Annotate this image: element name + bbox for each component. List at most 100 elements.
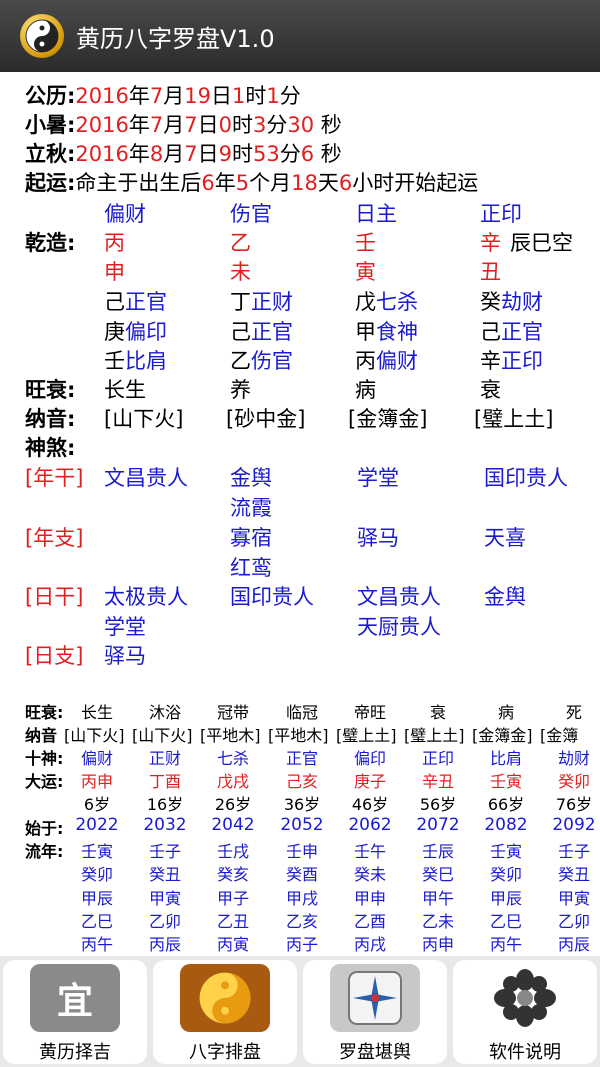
pillar-gan: 辛 — [480, 231, 501, 255]
canggan-cell: 己正官 — [230, 316, 293, 346]
dayun-shishen-cell: 正印 — [421, 749, 454, 768]
tab-bazi[interactable]: 八字排盘 — [153, 960, 297, 1064]
canggan-cell: 壬比肩 — [104, 345, 167, 375]
dayun-nayin: 纳音 [山下火] [山下火] [平地木] [平地木] [璧上土] [璧上土] [金簿金] [金簿 — [0, 722, 600, 745]
title-bar: 黄历八字罗盘V1.0 — [0, 0, 600, 72]
liunian-row-cell: 丙辰 — [148, 935, 181, 955]
canggan-shishen: 七杀 — [376, 290, 418, 314]
dayun-nayin-cell: [山下火] — [132, 726, 193, 745]
liunian-row-cell: 甲寅 — [148, 888, 181, 908]
liunian-row-cell: 癸亥 — [216, 865, 249, 885]
gongli-line: 公历:2016年7月19日1时1分 — [25, 84, 301, 108]
dayun-year-cell: 2062 — [348, 815, 392, 835]
dayun-year: 始于: 2022 2032 2042 2052 2062 2072 2082 2092 — [0, 815, 600, 838]
dayun-wangshuai-label: 旺衰: — [25, 703, 64, 722]
liunian-row: 丙午 丙辰 丙寅 丙子 丙戌 丙申 丙午 丙辰 — [0, 931, 600, 954]
shensha-item: 太极贵人 — [104, 585, 188, 609]
dayun-wangshuai-cell: 冠带 — [216, 703, 249, 722]
yinyang-icon — [180, 964, 270, 1032]
liunian-row-cell: 甲申 — [353, 888, 386, 908]
shishen-row: 偏财 伤官 日主 正印 — [0, 198, 600, 228]
canggan-cell: 己正官 — [104, 286, 167, 316]
qiyun-line: 起运:命主于出生后6年5个月18天6小时开始起运 — [25, 171, 479, 195]
canggan-stem: 庚 — [104, 319, 125, 344]
canggan-cell: 己正官 — [480, 316, 543, 346]
nayin-value: [山下火] — [104, 407, 184, 431]
liunian-row-cell: 乙未 — [421, 911, 454, 931]
dayun-shishen-label: 十神: — [25, 749, 64, 768]
shensha-item: 金舆 — [484, 585, 526, 609]
dayun-age-cell: 36岁 — [283, 795, 321, 814]
liunian-row-cell: 乙卯 — [148, 911, 181, 931]
dayun-age-cell: 76岁 — [555, 795, 593, 814]
liunian-row-cell: 壬申 — [285, 842, 318, 861]
canggan-row: 己正官 丁正财 戊七杀 癸劫财 — [0, 286, 600, 316]
pillar-gan: 乙 — [230, 231, 251, 255]
tab-label: 罗盘堪舆 — [339, 1042, 411, 1063]
app-title: 黄历八字罗盘V1.0 — [76, 24, 275, 53]
shensha-nianzhi-label: [年支] — [25, 526, 84, 550]
liunian-row-cell: 癸酉 — [285, 865, 318, 885]
shensha-niangan-label: [年干] — [25, 466, 84, 490]
canggan-cell: 癸劫财 — [480, 286, 543, 316]
dayun-nayin-cell: [平地木] — [268, 726, 329, 745]
dayun-wangshuai: 旺衰: 长生 沐浴 冠带 临冠 帝旺 衰 病 死 — [0, 699, 600, 722]
liunian-row-cell: 壬午 — [353, 842, 386, 861]
canggan-stem: 甲 — [355, 319, 376, 344]
dayun-nayin-cell: [金簿金] — [472, 726, 533, 745]
canggan-cell: 辛正印 — [480, 345, 543, 375]
tab-label: 八字排盘 — [189, 1042, 261, 1063]
canggan-stem: 乙 — [230, 349, 251, 373]
app-logo-icon — [20, 14, 64, 58]
liunian-row: 乙巳 乙卯 乙丑 乙亥 乙酉 乙未 乙巳 乙卯 — [0, 908, 600, 931]
dayun-shishen-cell: 正官 — [285, 749, 318, 768]
kongwang-text: 辰巳空 — [510, 231, 573, 255]
nayin-row: 纳音: [山下火] [砂中金] [金簿金] [璧上土] — [0, 403, 600, 433]
calendar-icon: 宜 — [30, 964, 120, 1032]
canggan-stem: 己 — [230, 319, 251, 344]
liunian-row-cell: 甲戌 — [285, 888, 318, 908]
liunian-row-cell: 丙午 — [80, 935, 113, 955]
dayun-ganzhi-cell: 戊戌 — [216, 772, 249, 791]
tab-luopan[interactable]: 罗盘堪舆 — [303, 960, 447, 1064]
canggan-stem: 丙 — [355, 349, 376, 373]
dayun-year-cell: 2022 — [75, 815, 119, 835]
pillar-shishen: 伤官 — [230, 202, 272, 226]
liunian-row-cell: 壬戌 — [216, 842, 249, 861]
shensha-item: 驿马 — [104, 644, 146, 668]
dayun-age-cell: 46岁 — [351, 795, 389, 814]
canggan-stem: 己 — [104, 290, 125, 314]
shensha-rigan-label: [日干] — [25, 585, 84, 609]
dayun-nayin-label: 纳音 — [25, 726, 58, 745]
flower-icon — [480, 964, 570, 1032]
pillar-shishen: 日主 — [355, 202, 397, 226]
liunian-row-cell: 甲子 — [216, 888, 249, 908]
bottom-tab-bar: 宜 黄历择吉 八字排盘 罗盘堪舆 软件说明 — [0, 956, 600, 1067]
shensha-item: 文昌贵人 — [104, 466, 188, 490]
shensha-item: 国印贵人 — [484, 466, 568, 490]
canggan-cell: 乙伤官 — [230, 345, 293, 375]
canggan-stem: 癸 — [480, 290, 501, 314]
canggan-shishen: 正官 — [251, 319, 293, 344]
tab-huangli[interactable]: 宜 黄历择吉 — [3, 960, 147, 1064]
pillar-gan: 壬 — [355, 231, 376, 255]
tab-label: 软件说明 — [489, 1042, 561, 1063]
compass-icon — [330, 964, 420, 1032]
liunian-row-cell: 癸卯 — [489, 865, 522, 885]
dayun-nayin-cell: [平地木] — [200, 726, 261, 745]
canggan-shishen: 伤官 — [251, 349, 293, 373]
liunian-row-cell: 甲辰 — [489, 888, 522, 908]
canggan-row: 庚偏印 己正官 甲食神 己正官 — [0, 316, 600, 346]
dayun-year-cell: 2072 — [416, 815, 460, 835]
shensha-item: 驿马 — [357, 526, 399, 550]
shensha-item: 学堂 — [357, 466, 399, 490]
canggan-cell: 戊七杀 — [355, 286, 418, 316]
tab-shuoming[interactable]: 软件说明 — [453, 960, 597, 1064]
dayun-age-cell: 26岁 — [214, 795, 252, 814]
liunian-row-cell: 丙寅 — [216, 935, 249, 955]
wangshuai-value: 病 — [355, 378, 376, 402]
canggan-shishen: 正财 — [251, 290, 293, 314]
liqiu-line: 立秋:2016年8月7日9时53分6 秒 — [25, 142, 342, 166]
wangshuai-row: 旺衰: 长生 养 病 衰 — [0, 374, 600, 404]
pillar-shishen: 正印 — [480, 202, 522, 226]
